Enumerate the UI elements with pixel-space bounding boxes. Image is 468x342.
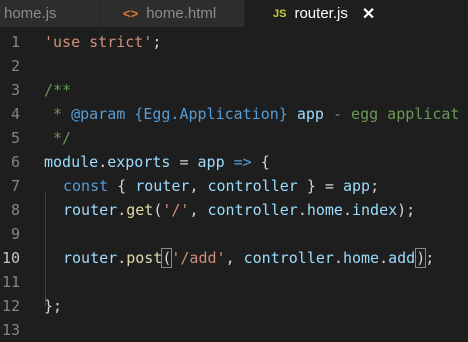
code-line[interactable]: 5 */ xyxy=(0,125,468,150)
code-text: /** xyxy=(44,80,72,99)
code-text: const { router, controller } = app; xyxy=(63,176,380,195)
line-number: 11 xyxy=(1,272,20,291)
tab-label: router.js xyxy=(294,5,348,22)
code-text: }; xyxy=(44,296,63,315)
code-line[interactable]: 9 xyxy=(0,221,468,246)
close-icon[interactable]: ✕ xyxy=(362,4,375,24)
code-line[interactable]: 6 module.exports = app => { xyxy=(0,149,468,174)
line-number: 2 xyxy=(10,56,20,75)
code-line[interactable]: 11 xyxy=(0,269,468,294)
tab-home-html[interactable]: <> home.html xyxy=(100,0,245,27)
code-line[interactable]: 3 /** xyxy=(0,77,468,102)
code-line-current[interactable]: 10 router.post('/add', controller.home.a… xyxy=(0,245,468,270)
line-number: 3 xyxy=(10,80,20,99)
code-line[interactable]: 4 * @param {Egg.Application} app - egg a… xyxy=(0,101,468,126)
code-text: module.exports = app => { xyxy=(44,152,270,171)
line-number: 6 xyxy=(10,152,20,171)
html-file-icon: <> xyxy=(123,6,139,21)
line-number: 9 xyxy=(10,224,20,243)
tab-router-js[interactable]: JS router.js ✕ xyxy=(245,0,468,27)
tab-home-js[interactable]: home.js xyxy=(0,0,100,27)
line-number: 1 xyxy=(10,32,20,51)
code-text: router.post('/add', controller.home.add)… xyxy=(63,247,435,268)
code-line[interactable]: 7 const { router, controller } = app; xyxy=(0,173,468,198)
line-number: 5 xyxy=(10,128,20,147)
line-number: 10 xyxy=(1,248,20,267)
editor-tab-bar: home.js <> home.html JS router.js ✕ xyxy=(0,0,468,27)
line-number: 7 xyxy=(10,176,20,195)
js-file-icon: JS xyxy=(273,7,287,20)
code-text: 'use strict'; xyxy=(44,32,162,51)
tab-label: home.html xyxy=(146,5,217,22)
line-number: 8 xyxy=(10,200,20,219)
line-number: 12 xyxy=(1,296,20,315)
code-text: * @param {Egg.Application} app - egg app… xyxy=(44,104,460,123)
code-line[interactable]: 2 xyxy=(0,53,468,78)
code-text: */ xyxy=(44,128,72,147)
tab-label: home.js xyxy=(4,5,57,22)
matched-bracket: ) xyxy=(415,247,427,268)
line-number: 4 xyxy=(10,104,20,123)
code-text: router.get('/', controller.home.index); xyxy=(63,200,416,219)
code-editor[interactable]: 1 'use strict'; 2 3 /** 4 * @param {Egg.… xyxy=(0,27,468,339)
code-line[interactable]: 8 router.get('/', controller.home.index)… xyxy=(0,197,468,222)
code-line[interactable]: 12 }; xyxy=(0,293,468,318)
line-number: 13 xyxy=(1,320,20,339)
code-line[interactable]: 1 'use strict'; xyxy=(0,29,468,54)
